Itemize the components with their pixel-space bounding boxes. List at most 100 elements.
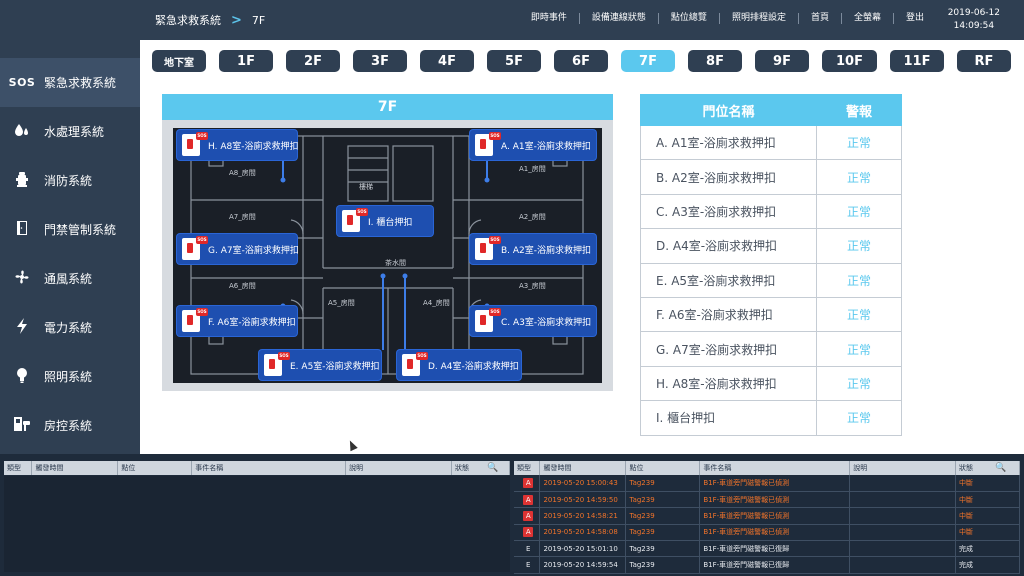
sidebar-item-label: 電力系統 [44, 321, 93, 335]
floor-button-basement[interactable]: 地下室 [152, 50, 206, 72]
sidebar-item-label: 房控系統 [44, 419, 93, 433]
nav-home[interactable]: 首頁 [799, 13, 842, 24]
sidebar-item-access[interactable]: 門禁管制系統 [0, 205, 140, 254]
table-row[interactable]: E 2019-05-20 14:59:54 Tag239 B1F-車道旁門磁警報… [514, 556, 1020, 574]
breadcrumb-root[interactable]: 緊急求救系統 [155, 12, 221, 28]
table-row[interactable]: E 2019-05-20 15:01:10 Tag239 B1F-車道旁門磁警報… [514, 540, 1020, 558]
sos-marker-i[interactable]: SOS I. 櫃台押扣 [337, 206, 433, 236]
marker-label: D. A4室-浴廁求救押扣 [428, 361, 519, 372]
floor-button-4f[interactable]: 4F [420, 50, 474, 72]
fire-hydrant-icon [0, 171, 44, 191]
col-status[interactable]: 狀態 🔍 [955, 461, 1020, 475]
sidebar-item-label: 消防系統 [44, 174, 93, 188]
nav-realtime-events[interactable]: 即時事件 [519, 13, 580, 24]
row-note [849, 475, 957, 492]
sidebar-item-power[interactable]: 電力系統 [0, 303, 140, 352]
col-status[interactable]: 狀態 🔍 [451, 461, 510, 475]
marker-label: H. A8室-浴廁求救押扣 [208, 141, 299, 152]
floor-button-7f[interactable]: 7F [621, 50, 675, 72]
col-event[interactable]: 事件名稱 [191, 461, 347, 475]
left-event-list-body [4, 476, 510, 572]
col-point[interactable]: 點位 [625, 461, 701, 475]
search-icon[interactable]: 🔍 [995, 463, 1006, 473]
sidebar-item-room-control[interactable]: 房控系統 [0, 401, 140, 450]
floor-button-11f[interactable]: 11F [890, 50, 944, 72]
col-type[interactable]: 類型 [514, 461, 541, 475]
floor-plan-title: 7F [162, 94, 613, 120]
row-status: 正常 [816, 296, 902, 333]
nav-point-overview[interactable]: 點位總覽 [659, 13, 720, 24]
table-row[interactable]: I. 櫃台押扣 正常 [640, 400, 902, 436]
nav-logout[interactable]: 登出 [894, 13, 936, 24]
sidebar-item-lighting[interactable]: 照明系統 [0, 352, 140, 401]
room-label-a7: A7_房間 [229, 213, 256, 221]
floor-button-8f[interactable]: 8F [688, 50, 742, 72]
nav-fullscreen[interactable]: 全螢幕 [842, 13, 894, 24]
table-row[interactable]: F. A6室-浴廁求救押扣 正常 [640, 296, 902, 333]
col-time[interactable]: 觸發時間 [539, 461, 627, 475]
row-status: 正常 [816, 331, 902, 367]
floor-button-10f[interactable]: 10F [822, 50, 877, 72]
sidebar-item-emergency[interactable]: SOS 緊急求救系統 [0, 58, 140, 107]
sos-marker-e[interactable]: SOS E. A5室-浴廁求救押扣 [259, 350, 381, 380]
sos-button-device-icon: SOS [182, 132, 208, 156]
clock-date: 2019-06-12 [947, 8, 1000, 18]
sidebar-item-ventilation[interactable]: 通風系統 [0, 254, 140, 303]
breadcrumb-current: 7F [251, 13, 266, 27]
table-row[interactable]: A 2019-05-20 14:58:21 Tag239 B1F-車道旁門磁警報… [514, 507, 1020, 525]
sos-marker-b[interactable]: SOS B. A2室-浴廁求救押扣 [470, 234, 596, 264]
alarm-type-badge: A [523, 477, 534, 488]
room-label-a6: A6_房間 [229, 282, 256, 290]
sos-icon: SOS [8, 76, 36, 89]
floor-button-rf[interactable]: RF [957, 50, 1011, 72]
row-point: Tag239 [625, 556, 701, 574]
floor-button-1f[interactable]: 1F [219, 50, 273, 72]
table-row[interactable]: E. A5室-浴廁求救押扣 正常 [640, 262, 902, 298]
row-name: D. A4室-浴廁求救押扣 [640, 228, 817, 264]
col-note[interactable]: 說明 [345, 461, 452, 475]
col-event[interactable]: 事件名稱 [699, 461, 851, 475]
search-icon[interactable]: 🔍 [487, 463, 498, 473]
sidebar-item-label: 緊急求救系統 [44, 76, 117, 90]
col-point[interactable]: 點位 [117, 461, 193, 475]
col-status-label: 狀態 [455, 464, 469, 472]
table-row[interactable]: B. A2室-浴廁求救押扣 正常 [640, 159, 902, 195]
nav-device-connection[interactable]: 設備連線狀態 [580, 13, 659, 24]
table-row[interactable]: A. A1室-浴廁求救押扣 正常 [640, 124, 902, 161]
table-row[interactable]: C. A3室-浴廁求救押扣 正常 [640, 193, 902, 230]
nav-lighting-schedule[interactable]: 照明排程設定 [720, 13, 799, 24]
table-row[interactable]: D. A4室-浴廁求救押扣 正常 [640, 228, 902, 264]
table-row[interactable]: H. A8室-浴廁求救押扣 正常 [640, 365, 902, 402]
table-row[interactable]: G. A7室-浴廁求救押扣 正常 [640, 331, 902, 367]
table-row[interactable]: A 2019-05-20 15:00:43 Tag239 B1F-車道旁門磁警報… [514, 475, 1020, 492]
floor-button-9f[interactable]: 9F [755, 50, 809, 72]
col-note[interactable]: 說明 [849, 461, 957, 475]
sidebar-item-fire[interactable]: 消防系統 [0, 156, 140, 205]
row-status: 正常 [816, 400, 902, 436]
sos-marker-d[interactable]: SOS D. A4室-浴廁求救押扣 [397, 350, 521, 380]
marker-label: A. A1室-浴廁求救押扣 [501, 141, 591, 152]
sos-button-device-icon: SOS [264, 352, 290, 376]
row-status: 正常 [816, 365, 902, 402]
sos-marker-g[interactable]: SOS G. A7室-浴廁求救押扣 [177, 234, 299, 264]
col-type[interactable]: 類型 [4, 461, 33, 475]
row-time: 2019-05-20 15:00:43 [539, 475, 627, 492]
row-status: 完成 [955, 540, 1020, 558]
table-row[interactable]: A 2019-05-20 14:58:08 Tag239 B1F-車道旁門磁警報… [514, 524, 1020, 542]
sos-marker-f[interactable]: SOS F. A6室-浴廁求救押扣 [177, 306, 297, 336]
floor-button-5f[interactable]: 5F [487, 50, 541, 72]
sidebar-item-water[interactable]: 水處理系統 [0, 107, 140, 156]
col-time[interactable]: 觸發時間 [31, 461, 119, 475]
row-name: C. A3室-浴廁求救押扣 [640, 193, 817, 230]
floor-button-2f[interactable]: 2F [286, 50, 340, 72]
sos-marker-a[interactable]: SOS A. A1室-浴廁求救押扣 [470, 130, 596, 160]
sidebar: SOS 緊急求救系統 水處理系統 消防系統 門禁管制系統 通風系統 電力系統 照… [0, 40, 140, 454]
sos-marker-h[interactable]: SOS H. A8室-浴廁求救押扣 [177, 130, 299, 160]
sos-marker-c[interactable]: SOS C. A3室-浴廁求救押扣 [470, 306, 596, 336]
row-status: 中斷 [955, 491, 1020, 509]
floor-button-3f[interactable]: 3F [353, 50, 407, 72]
table-row[interactable]: A 2019-05-20 14:59:50 Tag239 B1F-車道旁門磁警報… [514, 491, 1020, 509]
room-label-a2: A2_房間 [519, 213, 546, 221]
floor-button-6f[interactable]: 6F [554, 50, 608, 72]
right-event-table: 類型 觸發時間 點位 事件名稱 說明 狀態 🔍 A 2019-05-20 15:… [514, 461, 1020, 574]
